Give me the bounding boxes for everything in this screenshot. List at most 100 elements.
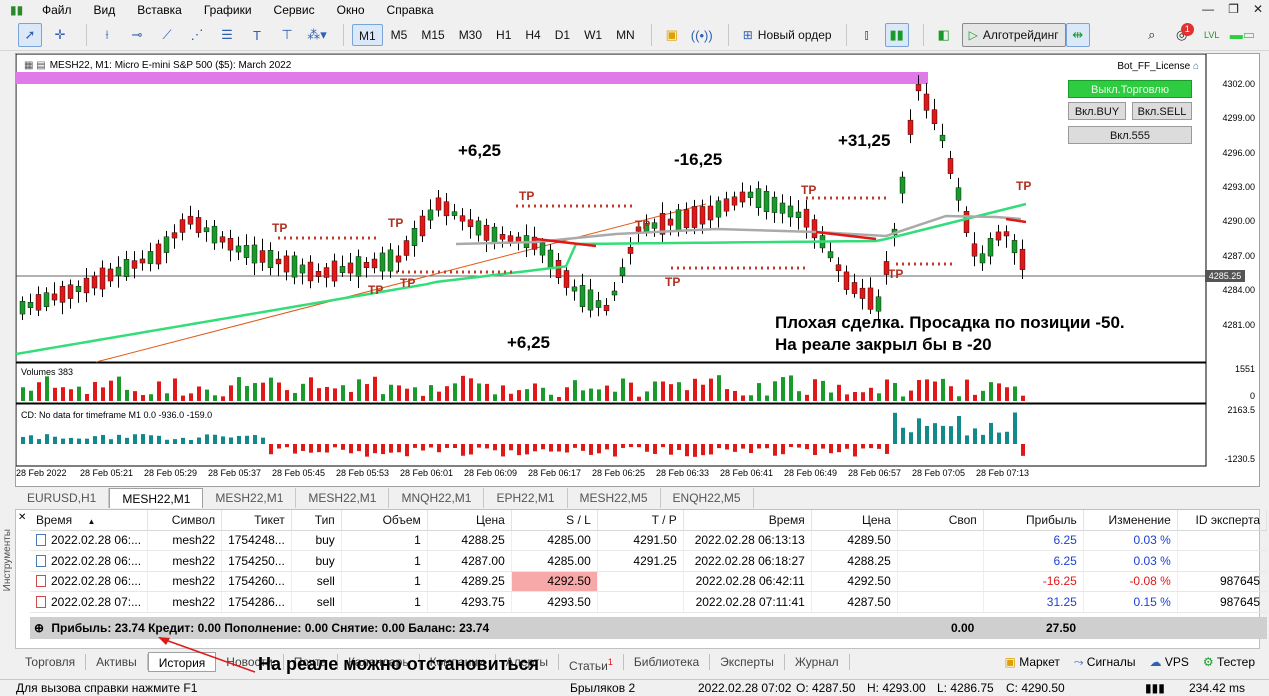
crosshair-icon[interactable]: ✛ xyxy=(48,23,72,47)
tf-mn[interactable]: MN xyxy=(610,24,641,46)
tab-trade[interactable]: Торговля xyxy=(15,654,87,670)
menu-help[interactable]: Справка xyxy=(377,0,446,20)
col-price[interactable]: Цена xyxy=(427,510,512,531)
algotrading-button[interactable]: ▷ Алготрейдинг xyxy=(961,23,1066,47)
tf-m1[interactable]: M1 xyxy=(352,24,383,46)
col-profit[interactable]: Прибыль xyxy=(983,510,1084,531)
signal-icon[interactable]: ((•)) xyxy=(690,23,714,47)
autoscroll-icon[interactable]: ◧ xyxy=(932,23,956,47)
col-close-price[interactable]: Цена xyxy=(811,510,898,531)
chart-tab[interactable]: MESH22,M1 xyxy=(203,488,297,508)
cd-bar xyxy=(989,422,993,444)
chart-tab[interactable]: ENQH22,M5 xyxy=(661,488,754,508)
fibo-icon[interactable]: ☰ xyxy=(215,23,239,47)
col-sl[interactable]: S / L xyxy=(511,510,598,531)
time-label: 28 Feb 06:57 xyxy=(848,468,902,478)
tab-experts[interactable]: Эксперты xyxy=(710,654,785,670)
table-row[interactable]: 2022.02.28 06:... mesh22 1754260... sell… xyxy=(30,571,1268,592)
table-row[interactable]: 2022.02.28 06:... mesh22 1754248... buy … xyxy=(30,530,1268,551)
on-555-button[interactable]: Вкл.555 xyxy=(1068,126,1192,144)
col-tp[interactable]: T / P xyxy=(597,510,684,531)
col-volume[interactable]: Объем xyxy=(341,510,428,531)
signals-button[interactable]: ⤳ Сигналы xyxy=(1074,655,1136,670)
buy-on-button[interactable]: Вкл.BUY xyxy=(1068,102,1126,120)
search-icon[interactable]: ⌕ xyxy=(1140,23,1164,47)
volume-bar xyxy=(525,389,529,401)
menu-insert[interactable]: Вставка xyxy=(127,0,194,20)
bar-chart-icon[interactable]: ⫾ xyxy=(855,23,879,47)
volume-bar xyxy=(101,387,105,401)
tf-m15[interactable]: M15 xyxy=(415,24,450,46)
chart-tab[interactable]: EURUSD,H1 xyxy=(15,488,110,508)
new-order-button[interactable]: ⊞ Новый ордер xyxy=(737,23,838,47)
col-close-time[interactable]: Время xyxy=(683,510,812,531)
tf-m30[interactable]: M30 xyxy=(453,24,488,46)
tester-button[interactable]: ⚙ Тестер xyxy=(1203,655,1255,670)
tf-m5[interactable]: M5 xyxy=(385,24,414,46)
text-icon[interactable]: T xyxy=(245,23,269,47)
vps-button[interactable]: ☁ VPS xyxy=(1149,655,1188,670)
volume-bar xyxy=(837,384,841,401)
market-button[interactable]: ▣ Маркет xyxy=(1005,655,1060,670)
tab-articles[interactable]: Статьи1 xyxy=(559,654,624,673)
tf-d1[interactable]: D1 xyxy=(549,24,576,46)
tf-h4[interactable]: H4 xyxy=(519,24,546,46)
cd-bar xyxy=(29,435,33,444)
label-icon[interactable]: ⊤ xyxy=(275,23,299,47)
tab-journal[interactable]: Журнал xyxy=(785,654,850,670)
minimize-icon[interactable]: — xyxy=(1202,2,1214,16)
col-ticket[interactable]: Тикет xyxy=(221,510,292,531)
table-row[interactable]: 2022.02.28 06:... mesh22 1754250... buy … xyxy=(30,550,1268,572)
col-expert-id[interactable]: ID эксперта xyxy=(1177,510,1268,531)
chart-tab[interactable]: EPH22,M1 xyxy=(484,488,568,508)
trade-off-button[interactable]: Выкл.Торговлю xyxy=(1068,80,1192,98)
volume-bar xyxy=(349,391,353,401)
level-icon[interactable]: LVL xyxy=(1200,23,1224,47)
col-swap[interactable]: Своп xyxy=(897,510,984,531)
battery-icon[interactable]: ▬▭ xyxy=(1230,23,1255,47)
expand-icon[interactable]: ⊕ xyxy=(34,621,44,635)
lock-icon[interactable]: ▣ xyxy=(660,23,684,47)
restore-icon[interactable]: ❐ xyxy=(1228,2,1239,16)
vertical-line-icon[interactable]: ⟊ xyxy=(95,23,119,47)
tf-h1[interactable]: H1 xyxy=(490,24,517,46)
chart-tab-active[interactable]: MESH22,M1 xyxy=(109,488,204,508)
menu-window[interactable]: Окно xyxy=(327,0,377,20)
menu-tools[interactable]: Сервис xyxy=(264,0,327,20)
tab-library[interactable]: Библиотека xyxy=(624,654,711,670)
chart-tab[interactable]: MNQH22,M1 xyxy=(389,488,485,508)
col-type[interactable]: Тип xyxy=(291,510,342,531)
col-change[interactable]: Изменение xyxy=(1083,510,1178,531)
volume-bar xyxy=(725,389,729,401)
channel-icon[interactable]: ⋰ xyxy=(185,23,209,47)
notifications-icon[interactable]: ◎ 1 xyxy=(1170,23,1194,47)
close-panel-icon[interactable]: ✕ xyxy=(18,512,26,523)
volume-bar xyxy=(605,385,609,401)
chart-tab[interactable]: MESH22,M5 xyxy=(568,488,661,508)
col-symbol[interactable]: Символ xyxy=(147,510,223,531)
chart-window[interactable]: TP TP TP TP TP TP TP TP TP TP ▦ ▤ MESH22, M1: Mic… xyxy=(15,53,1260,487)
volume-bar xyxy=(829,392,833,401)
menu-file[interactable]: Файл xyxy=(32,0,84,20)
chart-tab[interactable]: MESH22,M1 xyxy=(296,488,390,508)
horizontal-line-icon[interactable]: ⊸ xyxy=(125,23,149,47)
col-time[interactable]: Время ▲ xyxy=(30,510,149,531)
menu-charts[interactable]: Графики xyxy=(194,0,264,20)
cd-label: CD: No data for timeframe M1 0.0 -936.0 … xyxy=(21,410,213,420)
bag-icon: ▣ xyxy=(1004,655,1016,669)
shift-icon[interactable]: ⇹ xyxy=(1065,23,1090,47)
volume-bar xyxy=(365,384,369,401)
shapes-icon[interactable]: ⁂▾ xyxy=(305,23,329,47)
volume-bar xyxy=(629,382,633,401)
tab-assets[interactable]: Активы xyxy=(86,654,148,670)
candles-icon[interactable]: ▮▮ xyxy=(884,23,909,47)
tf-w1[interactable]: W1 xyxy=(578,24,608,46)
status-ping: 234.42 ms xyxy=(1189,681,1246,695)
menu-view[interactable]: Вид xyxy=(84,0,128,20)
sell-on-button[interactable]: Вкл.SELL xyxy=(1132,102,1192,120)
candle xyxy=(395,255,402,263)
cursor-icon[interactable]: ➚ xyxy=(18,23,42,47)
table-row[interactable]: 2022.02.28 07:... mesh22 1754286... sell… xyxy=(30,591,1268,613)
trendline-icon[interactable]: ⟋ xyxy=(155,23,179,47)
close-icon[interactable]: ✕ xyxy=(1253,2,1263,16)
